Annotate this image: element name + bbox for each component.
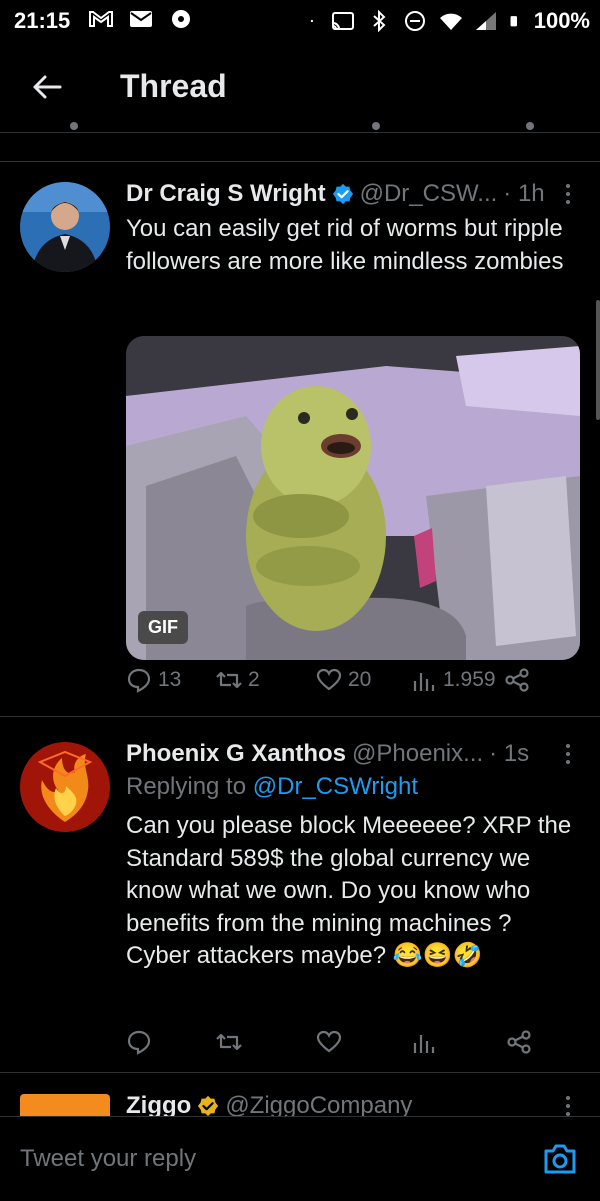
camera-icon[interactable] (542, 1141, 578, 1177)
notification-icons (88, 8, 194, 30)
views-button[interactable] (411, 1029, 506, 1055)
wifi-icon (439, 13, 462, 30)
signal-icon (475, 12, 496, 30)
verified-badge-icon (332, 183, 353, 205)
gif-badge: GIF (138, 611, 188, 644)
tweet-actions (126, 1024, 546, 1060)
author-handle[interactable]: @Dr_CSW... (360, 180, 498, 208)
tweet-item[interactable]: Ziggo @ZiggoCompany (0, 1090, 600, 1116)
retweet-count: 2 (248, 668, 260, 691)
tweet-header: Ziggo @ZiggoCompany (126, 1090, 578, 1116)
status-time: 21:15 (14, 8, 71, 33)
status-bar: 21:15 100% (0, 0, 600, 44)
aperture-icon (172, 10, 190, 28)
page-title: Thread (120, 68, 227, 104)
bluetooth-icon (373, 10, 386, 32)
replying-to-label: Replying to (126, 773, 253, 800)
views-icon (413, 1035, 435, 1053)
tweet-divider (0, 1072, 600, 1073)
retweet-button[interactable]: 2 (216, 667, 316, 693)
author-name[interactable]: Dr Craig S Wright (126, 180, 326, 208)
scrollbar[interactable] (596, 300, 600, 420)
retweet-button[interactable] (216, 1029, 316, 1055)
verified-badge-icon (198, 1095, 219, 1116)
author-handle[interactable]: @Phoenix... (352, 740, 483, 768)
tweet-gif[interactable]: GIF (126, 336, 580, 660)
views-button[interactable]: 1.959 (411, 667, 496, 693)
cast-icon (331, 12, 354, 30)
like-button[interactable] (316, 1029, 411, 1055)
tweet-time: · 1h (503, 180, 545, 207)
tweet-divider (0, 161, 600, 162)
dot-icon (310, 19, 313, 23)
system-icons: 100% (310, 8, 590, 34)
heart-icon (316, 1030, 342, 1053)
tweet-item[interactable]: Dr Craig S Wright @Dr_CSW... · 1h You ca… (0, 178, 600, 708)
avatar[interactable] (20, 1094, 110, 1116)
retweet-icon (216, 1033, 242, 1051)
tweet-text: Can you please block Meeeeee? XRP the St… (126, 812, 572, 969)
reply-icon (127, 1030, 151, 1055)
retweet-icon (216, 671, 242, 689)
author-name[interactable]: Phoenix G Xanthos (126, 740, 346, 768)
tweet-text: You can easily get rid of worms but ripp… (126, 215, 564, 275)
share-icon (507, 1030, 531, 1054)
heart-icon (316, 668, 342, 691)
tweet-divider (0, 716, 600, 717)
mail-icon (130, 11, 152, 27)
battery-icon (510, 16, 517, 27)
tweet-item[interactable]: Phoenix G Xanthos @Phoenix... · 1s Reply… (0, 738, 600, 1068)
avatar[interactable] (20, 742, 110, 832)
back-arrow-icon[interactable] (30, 70, 64, 104)
reply-input-placeholder[interactable]: Tweet your reply (20, 1145, 196, 1173)
like-button[interactable]: 20 (316, 667, 411, 693)
replying-to: Replying to @Dr_CSWright (126, 770, 578, 804)
share-button[interactable] (504, 667, 530, 693)
dnd-icon (404, 11, 425, 31)
like-count: 20 (348, 668, 372, 691)
more-options-icon[interactable] (558, 738, 578, 770)
tweet-time: · 1s (489, 740, 530, 767)
tweet-header: Dr Craig S Wright @Dr_CSW... · 1h (126, 178, 578, 210)
tweet-header: Phoenix G Xanthos @Phoenix... · 1s (126, 738, 578, 770)
reply-button[interactable] (126, 1029, 216, 1055)
author-name[interactable]: Ziggo (126, 1092, 191, 1116)
avatar[interactable] (20, 182, 110, 272)
author-handle[interactable]: @ZiggoCompany (225, 1092, 412, 1116)
views-count: 1.959 (443, 668, 496, 691)
tweet-actions: 13 2 20 1.959 (126, 662, 546, 698)
views-icon (413, 673, 435, 691)
reply-count: 13 (158, 668, 182, 691)
battery-percent: 100% (533, 8, 590, 33)
reply-button[interactable]: 13 (126, 667, 216, 693)
share-button[interactable] (506, 1029, 532, 1055)
more-options-icon[interactable] (558, 1090, 578, 1116)
more-options-icon[interactable] (558, 178, 578, 210)
replying-to-handle[interactable]: @Dr_CSWright (253, 773, 418, 800)
reply-icon (127, 668, 151, 693)
previous-tweet-actions-stub (0, 118, 600, 138)
reply-composer[interactable]: Tweet your reply (0, 1116, 600, 1201)
gmail-icon (89, 11, 113, 27)
share-icon (504, 668, 529, 692)
